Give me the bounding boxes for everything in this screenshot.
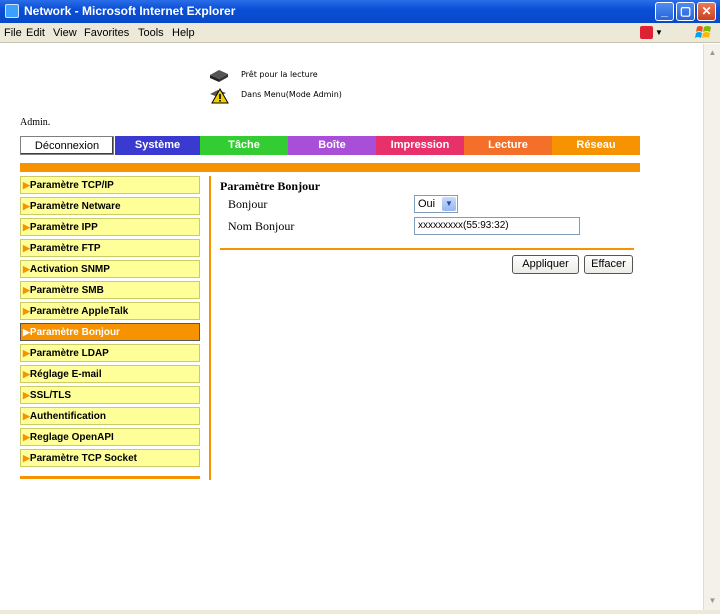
menu-favorites[interactable]: Favorites (84, 27, 129, 39)
warning-icon (210, 87, 229, 104)
sidebar-item-appletalk[interactable]: ▶Paramètre AppleTalk (20, 302, 200, 320)
arrow-icon: ▶ (23, 264, 30, 274)
bonjour-label: Bonjour (228, 197, 268, 211)
tab-boite[interactable]: Boîte (288, 136, 376, 155)
status-admin-text: Dans Menu(Mode Admin) (241, 90, 342, 99)
menu-view[interactable]: View (53, 27, 77, 39)
scroll-up-icon[interactable]: ▲ (705, 45, 720, 61)
sidebar-item-ipp[interactable]: ▶Paramètre IPP (20, 218, 200, 236)
menu-bar: File Edit View Favorites Tools Help ▼ (0, 23, 720, 43)
admin-label: Admin. (20, 117, 51, 128)
sidebar-item-netware[interactable]: ▶Paramètre Netware (20, 197, 200, 215)
vertical-scrollbar[interactable]: ▲ ▼ (703, 44, 720, 610)
ie-icon (5, 4, 19, 18)
arrow-icon: ▶ (23, 180, 30, 190)
arrow-icon: ▶ (23, 369, 30, 379)
arrow-icon: ▶ (23, 390, 30, 400)
pdf-icon (640, 26, 653, 39)
menu-edit[interactable]: Edit (26, 27, 45, 39)
chevron-down-icon: ▼ (655, 28, 663, 37)
arrow-icon: ▶ (23, 432, 30, 442)
menu-tools[interactable]: Tools (138, 27, 164, 39)
printer-icon (210, 70, 228, 82)
pdf-button[interactable]: ▼ (640, 26, 663, 40)
bonjour-select-value: Oui (418, 198, 436, 210)
clear-button[interactable]: Effacer (584, 255, 633, 274)
tab-systeme[interactable]: Système (115, 136, 200, 155)
arrow-icon: ▶ (23, 222, 30, 232)
sidebar-item-ssltls[interactable]: ▶SSL/TLS (20, 386, 200, 404)
logout-button[interactable]: Déconnexion (20, 136, 114, 155)
arrow-icon: ▶ (23, 285, 30, 295)
sidebar-item-ftp[interactable]: ▶Paramètre FTP (20, 239, 200, 257)
sidebar-item-ldap[interactable]: ▶Paramètre LDAP (20, 344, 200, 362)
bonjour-name-input[interactable]: xxxxxxxxx(55:93:32) (414, 217, 580, 235)
arrow-icon: ▶ (23, 306, 30, 316)
sidebar-item-bonjour[interactable]: ▶Paramètre Bonjour (20, 323, 200, 341)
arrow-icon: ▶ (23, 453, 30, 463)
apply-button[interactable]: Appliquer (512, 255, 579, 274)
title-bar: Network - Microsoft Internet Explorer _ … (0, 0, 720, 23)
arrow-icon: ▶ (23, 243, 30, 253)
sidebar-item-tcp-socket[interactable]: ▶Paramètre TCP Socket (20, 449, 200, 467)
sidebar-item-email[interactable]: ▶Réglage E-mail (20, 365, 200, 383)
vertical-divider (209, 176, 211, 480)
menu-file[interactable]: File (4, 27, 22, 39)
bonjour-name-label: Nom Bonjour (228, 219, 295, 233)
scroll-down-icon[interactable]: ▼ (705, 593, 720, 609)
window-title: Network - Microsoft Internet Explorer (24, 4, 236, 18)
sidebar-item-smb[interactable]: ▶Paramètre SMB (20, 281, 200, 299)
page-title: Paramètre Bonjour (220, 179, 321, 193)
arrow-icon: ▶ (23, 201, 30, 211)
tab-underline (20, 163, 640, 172)
chevron-down-icon[interactable]: ▼ (442, 197, 456, 211)
sidebar-item-snmp[interactable]: ▶Activation SNMP (20, 260, 200, 278)
bonjour-select[interactable]: Oui ▼ (414, 195, 458, 213)
maximize-button[interactable]: ▢ (676, 2, 695, 21)
tab-impression[interactable]: Impression (376, 136, 464, 155)
minimize-button[interactable]: _ (655, 2, 674, 21)
sidebar-item-openapi[interactable]: ▶Reglage OpenAPI (20, 428, 200, 446)
arrow-icon: ▶ (23, 348, 30, 358)
tab-reseau[interactable]: Réseau (552, 136, 640, 155)
arrow-icon: ▶ (23, 327, 30, 337)
close-button[interactable]: ✕ (697, 2, 716, 21)
sidebar-bottom-rule (20, 476, 200, 479)
window-bottom-border (0, 610, 720, 614)
sidebar-item-tcpip[interactable]: ▶Paramètre TCP/IP (20, 176, 200, 194)
sidebar-item-authentication[interactable]: ▶Authentification (20, 407, 200, 425)
tab-tache[interactable]: Tâche (200, 136, 288, 155)
windows-logo-icon (695, 26, 711, 38)
arrow-icon: ▶ (23, 411, 30, 421)
tab-lecture[interactable]: Lecture (464, 136, 552, 155)
menu-help[interactable]: Help (172, 27, 195, 39)
form-divider (220, 248, 634, 250)
status-ready-text: Prêt pour la lecture (241, 70, 318, 79)
